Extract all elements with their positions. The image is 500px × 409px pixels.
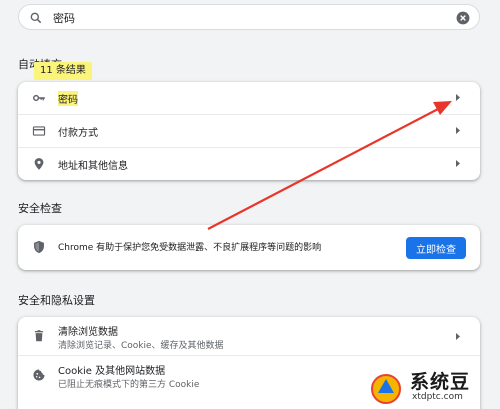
privacy-item-description: 清除浏览记录、Cookie、缓存及其他数据 [58, 341, 224, 351]
chevron-right-icon [456, 127, 460, 134]
privacy-item-label: 清除浏览数据 [58, 327, 118, 338]
clear-icon[interactable] [456, 11, 470, 25]
privacy-item-description: 已阻止无痕模式下的第三方 Cookie [58, 380, 200, 390]
chevron-right-icon [456, 160, 460, 167]
search-icon [30, 12, 42, 24]
location-pin-icon [34, 158, 44, 170]
safety-check-card: Chrome 有助于保护您免受数据泄露、不良扩展程序等问题的影响 立即检查 [18, 225, 480, 270]
watermark-url: xtdptc.com [412, 392, 463, 402]
autofill-item-addresses[interactable]: 地址和其他信息 [18, 148, 480, 180]
result-count-tooltip: 11 条结果 [34, 62, 92, 80]
key-icon [32, 94, 45, 102]
credit-card-icon [32, 126, 46, 136]
shield-icon [34, 240, 44, 254]
search-bar[interactable]: 密码 [18, 4, 480, 30]
section-title-privacy: 安全和隐私设置 [18, 294, 95, 307]
check-now-button[interactable]: 立即检查 [406, 237, 466, 259]
autofill-card: 密码 付款方式 地址和其他信息 [18, 82, 480, 180]
privacy-item-clear-data[interactable]: 清除浏览数据 清除浏览记录、Cookie、缓存及其他数据 [18, 317, 480, 356]
watermark-brand: 系统豆 [410, 371, 471, 393]
safety-check-description: Chrome 有助于保护您免受数据泄露、不良扩展程序等问题的影响 [58, 243, 322, 253]
section-title-safety-check: 安全检查 [18, 202, 62, 215]
autofill-item-label: 密码 [58, 91, 78, 106]
trash-icon [34, 330, 44, 342]
chevron-right-icon [456, 94, 460, 101]
chevron-right-icon [456, 333, 460, 340]
privacy-item-label: Cookie 及其他网站数据 [58, 366, 166, 377]
brand-logo-icon [371, 374, 401, 404]
autofill-item-payment[interactable]: 付款方式 [18, 115, 480, 148]
search-input[interactable]: 密码 [53, 10, 75, 26]
autofill-item-label: 付款方式 [58, 128, 98, 139]
autofill-item-passwords[interactable]: 密码 [18, 82, 480, 115]
cookie-icon [33, 369, 45, 381]
autofill-item-label: 地址和其他信息 [58, 161, 128, 172]
site-watermark: 系统豆 xtdptc.com [366, 367, 494, 407]
